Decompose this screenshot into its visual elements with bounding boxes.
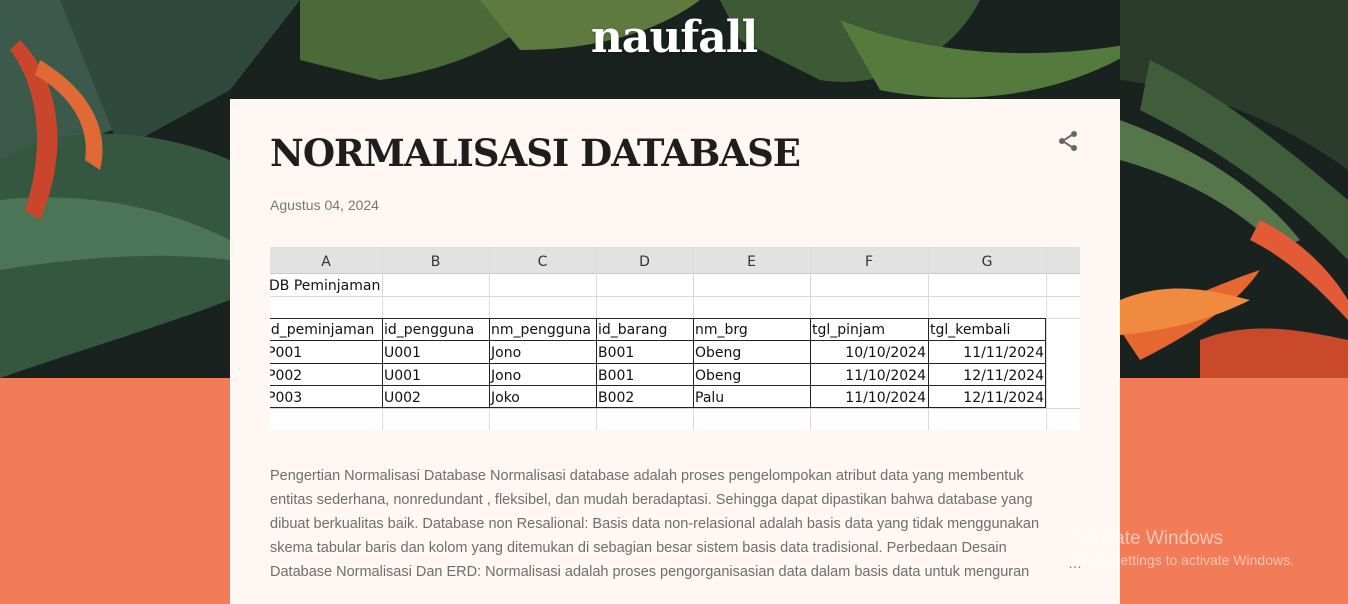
post-snippet: Pengertian Normalisasi Database Normalis… [270,464,1082,584]
table-cell: U002 [384,390,421,406]
column-label: F [864,254,874,270]
table-header-cell: id_peminjaman [270,322,375,338]
table-cell: Obeng [695,345,742,361]
table-cell: 10/10/2024 [845,345,926,361]
column-label: B [430,254,441,270]
table-cell: Joko [491,390,520,406]
spreadsheet-image: A B C D E F G DB Peminjaman id_peminjama… [270,247,1080,430]
table-header-cell: nm_pengguna [491,322,591,338]
column-label: D [639,254,650,270]
site-title[interactable]: naufall [0,12,1348,63]
watermark-subtitle: Go to Settings to activate Windows. [1073,552,1294,568]
table-header-cell: id_pengguna [384,322,475,338]
table-cell: P002 [270,368,303,384]
table-cell: U001 [384,345,421,361]
table-cell: Palu [695,390,725,406]
table-cell: 12/11/2024 [963,390,1044,406]
column-label: C [537,254,548,270]
snippet-line: dibuat berkualitas baik. Database non Re… [270,516,1040,532]
post-title[interactable]: NORMALISASI DATABASE [270,131,801,175]
table-cell: U001 [384,368,421,384]
table-cell: B002 [598,390,635,406]
column-label: A [321,254,331,270]
activate-windows-watermark: Activate Windows Go to Settings to activ… [1073,528,1294,568]
share-icon[interactable] [1056,129,1080,153]
column-label: E [747,254,756,270]
table-cell: Jono [491,345,522,361]
watermark-title: Activate Windows [1073,528,1223,549]
sheet-caption: DB Peminjaman [270,278,381,294]
table-cell: B001 [598,368,635,384]
table-cell: 11/11/2024 [963,345,1044,361]
table-header-cell: id_barang [598,322,668,338]
table-cell: P001 [270,345,303,361]
table-cell: Obeng [695,368,742,384]
snippet-line: entitas sederhana, nonredundant , fleksi… [270,492,1033,508]
post-card: NORMALISASI DATABASE Agustus 04, 2024 A … [230,99,1120,604]
snippet-line: Database Normalisasi Dan ERD: Normalisas… [270,564,1030,580]
table-cell: Jono [491,368,522,384]
table-cell: P003 [270,390,303,406]
column-label: G [981,254,993,270]
snippet-line: Pengertian Normalisasi Database Normalis… [270,468,1024,484]
table-header-cell: nm_brg [695,322,748,338]
table-cell: B001 [598,345,635,361]
table-cell: 12/11/2024 [963,368,1044,384]
table-header-cell: tgl_kembali [930,322,1011,338]
snippet-line: skema tabular baris dan kolom yang ditem… [270,540,1007,556]
post-date: Agustus 04, 2024 [270,197,379,213]
table-header-cell: tgl_pinjam [812,322,886,338]
table-cell: 11/10/2024 [845,390,926,406]
table-cell: 11/10/2024 [845,368,926,384]
